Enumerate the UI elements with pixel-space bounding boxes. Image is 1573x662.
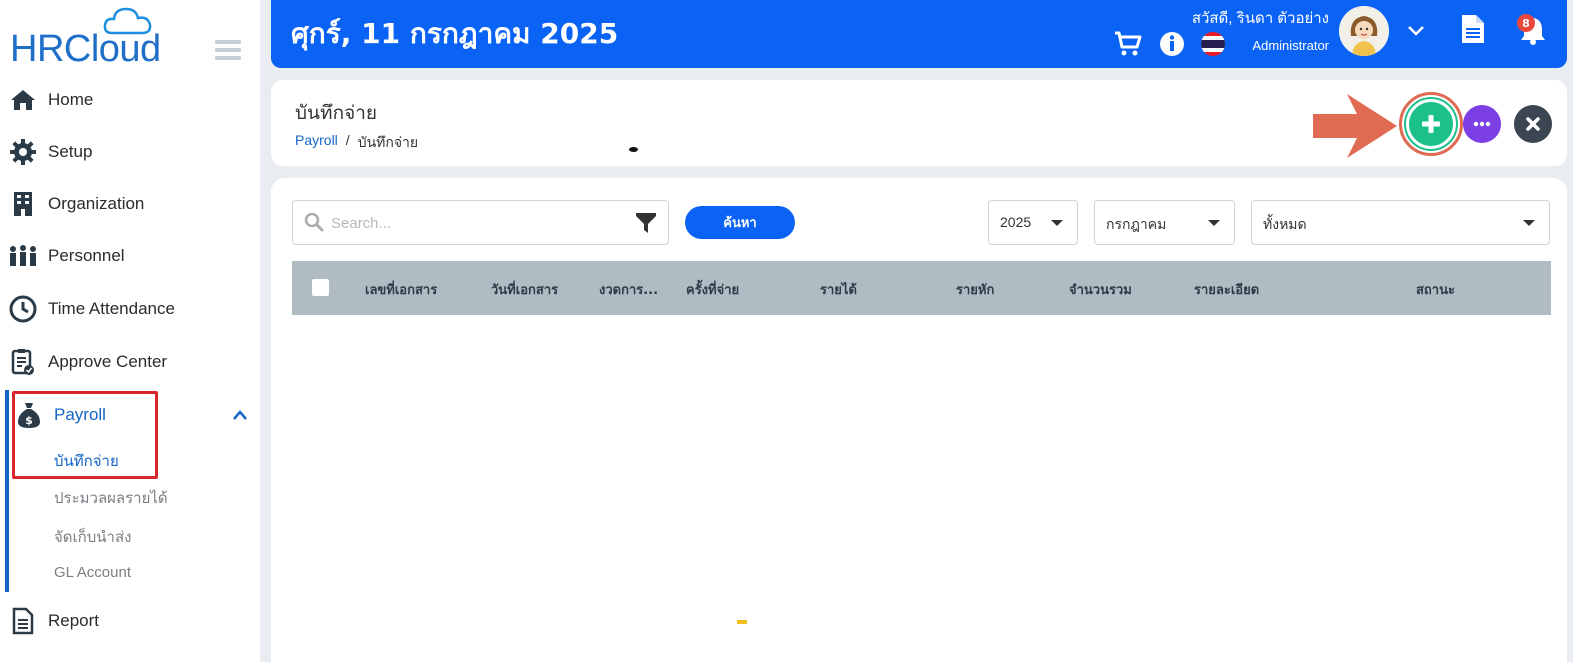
year-select[interactable]: 2025 [988,200,1078,245]
sidebar-item-label: Home [48,90,94,109]
breadcrumb: Payroll / บันทึกจ่าย [295,132,418,154]
sidebar-item-label: Organization [48,194,145,213]
stray-mark [737,620,747,624]
home-icon [8,85,38,115]
page-title: บันทึกจ่าย [295,103,378,124]
ellipsis-icon [1473,121,1491,127]
column-header-period[interactable]: งวดการ... [599,279,658,300]
search-box [292,200,669,245]
breadcrumb-link-payroll[interactable]: Payroll [295,132,338,154]
notification-badge: 8 [1517,14,1535,32]
main-content-card: ค้นหา 2025 กรกฎาคม ทั้งหมด เลขที่เอกสาร … [271,178,1567,662]
thai-flag-icon[interactable] [1200,31,1226,57]
report-icon [8,606,38,636]
sidebar-subitem-income-processing[interactable]: ประมวลผลรายได้ [54,486,168,510]
document-icon[interactable] [1461,14,1485,44]
arrow-right-icon [1313,94,1397,158]
close-button[interactable] [1514,105,1552,143]
user-role: Administrator [1252,38,1329,53]
breadcrumb-current: บันทึกจ่าย [357,134,419,150]
filter-icon[interactable] [635,211,657,235]
sidebar-subitem-payment-record[interactable]: บันทึกจ่าย [54,449,119,473]
column-header-doc-number[interactable]: เลขที่เอกสาร [365,279,437,300]
sidebar-item-time-attendance[interactable]: Time Attendance [0,289,260,329]
stray-mark [629,147,638,152]
month-select-value: กรกฎาคม [1106,216,1167,232]
status-select[interactable]: ทั้งหมด [1251,200,1550,245]
sidebar-item-home[interactable]: Home [0,80,260,120]
sidebar-item-label: Report [48,611,100,630]
breadcrumb-separator: / [345,132,350,148]
chevron-down-icon[interactable] [1407,24,1425,38]
caret-down-icon [1523,220,1535,226]
select-all-checkbox[interactable] [312,279,329,296]
current-date: ศุกร์, 11 กรกฎาคม 2025 [291,17,619,50]
page-title-card: บันทึกจ่าย Payroll / บันทึกจ่าย [271,80,1567,166]
month-select[interactable]: กรกฎาคม [1094,200,1235,245]
hrcloud-logo[interactable]: HRCloud [10,6,180,70]
search-button[interactable]: ค้นหา [685,206,795,239]
logo-text: HRCloud [10,28,161,70]
caret-down-icon [1051,220,1063,226]
sidebar-subitem-gl-account[interactable]: GL Account [54,564,131,581]
add-button-highlight [1399,92,1463,156]
close-icon [1526,117,1540,131]
sidebar-item-organization[interactable]: Organization [0,184,260,224]
column-header-deduction[interactable]: รายหัก [956,279,994,300]
status-select-value: ทั้งหมด [1263,216,1307,232]
caret-down-icon [1208,220,1220,226]
chevron-up-icon[interactable] [232,408,248,422]
sidebar-item-label: Personnel [48,246,125,265]
sidebar-item-report[interactable]: Report [0,601,260,641]
sidebar-item-personnel[interactable]: Personnel [0,236,260,276]
year-select-value: 2025 [1000,214,1032,230]
people-icon [8,241,38,271]
sidebar-item-approve-center[interactable]: Approve Center [0,342,260,382]
search-icon [304,212,324,232]
sidebar-subitem-remittance[interactable]: จัดเก็บนำส่ง [54,525,131,549]
plus-icon [1422,115,1440,133]
column-header-income[interactable]: รายได้ [820,279,857,300]
sidebar-item-label: Approve Center [48,352,168,371]
more-options-button[interactable] [1463,105,1501,143]
info-icon[interactable] [1159,31,1185,57]
top-header: ศุกร์, 11 กรกฎาคม 2025 สวัสดี, รินดา ตัว… [271,0,1567,68]
clock-icon [8,294,38,324]
column-header-payment-round[interactable]: ครั้งที่จ่าย [686,279,739,300]
menu-toggle-button[interactable] [215,40,241,60]
column-header-total[interactable]: จำนวนรวม [1069,279,1132,300]
avatar[interactable] [1339,6,1389,56]
table-header: เลขที่เอกสาร วันที่เอกสาร งวดการ... ครั้… [292,261,1551,315]
add-button[interactable] [1406,99,1456,149]
building-icon [8,189,38,219]
sidebar-item-label: Time Attendance [48,299,175,318]
user-greeting: สวัสดี, รินดา ตัวอย่าง [1191,10,1329,27]
gear-icon [8,137,38,167]
sidebar-item-setup[interactable]: Setup [0,132,260,172]
column-header-details[interactable]: รายละเอียด [1194,279,1259,300]
sidebar-item-label: Setup [48,142,93,161]
column-header-status[interactable]: สถานะ [1416,279,1455,300]
sidebar: HRCloud Home Setup Organization Personne… [0,0,260,662]
cart-icon[interactable] [1114,31,1142,57]
search-input[interactable] [331,209,621,237]
clipboard-check-icon [8,347,38,377]
column-header-doc-date[interactable]: วันที่เอกสาร [491,279,558,300]
